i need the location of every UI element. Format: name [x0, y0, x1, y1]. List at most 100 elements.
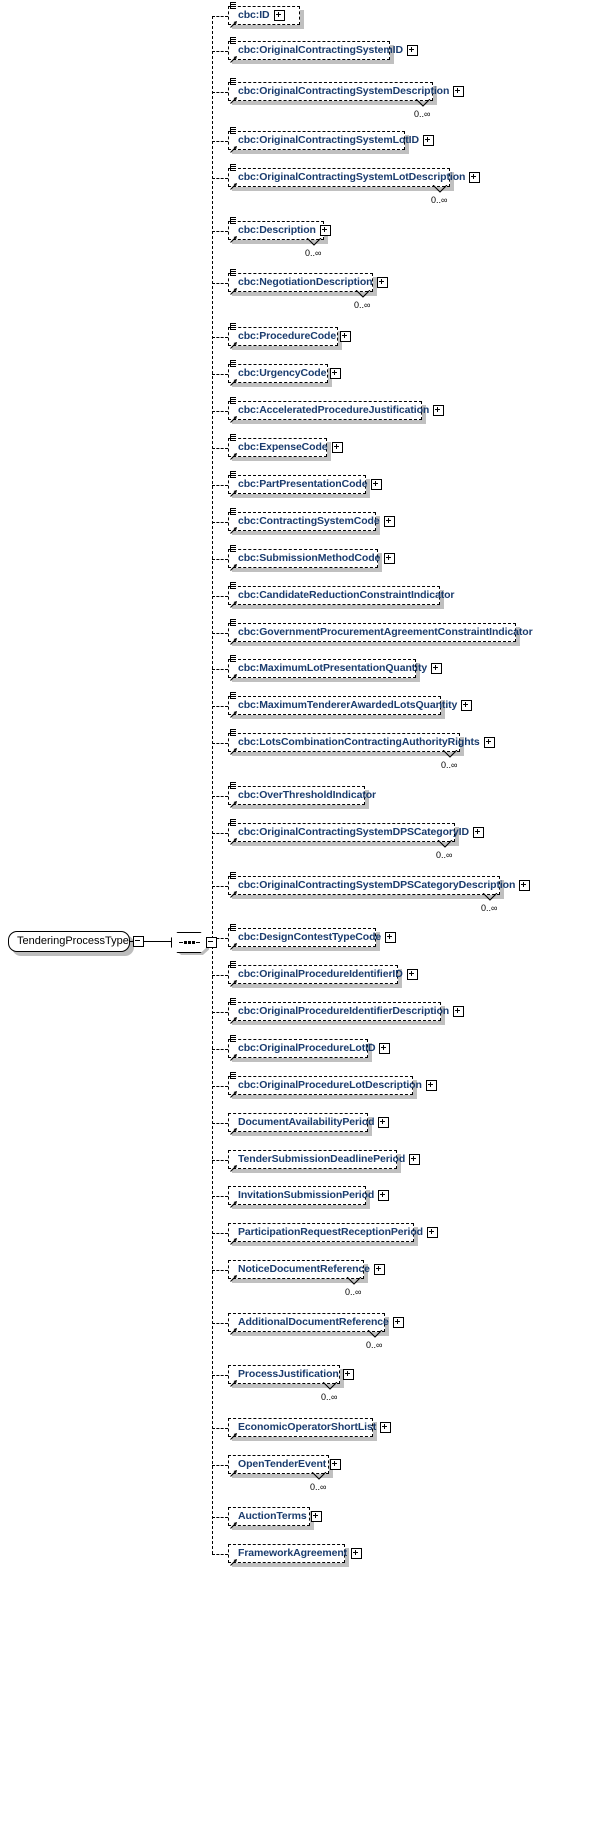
connector-stub — [212, 282, 228, 284]
connector-stub — [212, 50, 228, 52]
element-ref-arrow-icon — [230, 1016, 238, 1024]
expand-plus-icon[interactable] — [406, 969, 418, 980]
schema-element-node[interactable]: cbc:OriginalContractingSystemDescription — [228, 78, 465, 104]
root-collapse-icon[interactable] — [132, 936, 144, 947]
expand-plus-icon[interactable] — [461, 700, 473, 711]
schema-element-node[interactable]: cbc:LotsCombinationContractingAuthorityR… — [228, 729, 495, 755]
schema-element-node[interactable]: cbc:AcceleratedProcedureJustification — [228, 397, 445, 423]
element-ref-arrow-icon — [230, 942, 238, 950]
connector-stub — [212, 1159, 228, 1161]
connector-stub — [212, 447, 228, 449]
schema-element-node[interactable]: cbc:ProcedureCode — [228, 323, 352, 349]
expand-plus-icon[interactable] — [426, 1227, 438, 1238]
sequence-collapse-icon[interactable] — [206, 937, 217, 948]
cardinality-label: 0..∞ — [305, 248, 322, 258]
cardinality-label: 0..∞ — [481, 903, 498, 913]
expand-plus-icon[interactable] — [371, 479, 383, 490]
expand-plus-icon[interactable] — [519, 880, 531, 891]
schema-element-node[interactable]: FrameworkAgreement — [228, 1544, 363, 1566]
expand-plus-icon[interactable] — [330, 1459, 342, 1470]
expand-plus-icon[interactable] — [409, 1154, 421, 1165]
sequence-compositor[interactable] — [171, 932, 217, 953]
schema-element-node[interactable]: EconomicOperatorShortList — [228, 1418, 392, 1440]
schema-element-node[interactable]: cbc:MaximumLotPresentationQuantity — [228, 655, 443, 681]
expand-plus-icon[interactable] — [392, 1317, 404, 1328]
schema-element-node[interactable]: cbc:SubmissionMethodCode — [228, 545, 396, 571]
expand-plus-icon[interactable] — [373, 1264, 385, 1275]
expand-plus-icon[interactable] — [433, 405, 445, 416]
schema-element-node[interactable]: ParticipationRequestReceptionPeriod — [228, 1223, 438, 1245]
expand-plus-icon[interactable] — [453, 86, 465, 97]
expand-plus-icon[interactable] — [379, 1043, 391, 1054]
expand-plus-icon[interactable] — [340, 331, 352, 342]
schema-element-node[interactable]: AuctionTerms — [228, 1507, 322, 1529]
connector-stub — [212, 1553, 228, 1555]
element-ref-arrow-icon — [230, 800, 238, 808]
cardinality-label: 0..∞ — [436, 850, 453, 860]
schema-element-node[interactable]: InvitationSubmissionPeriod — [228, 1186, 390, 1208]
connector-stub — [212, 230, 228, 232]
schema-element-node[interactable]: cbc:DesignContestTypeCode — [228, 924, 397, 950]
schema-element-node[interactable]: cbc:ExpenseCode — [228, 434, 343, 460]
expand-plus-icon[interactable] — [406, 45, 418, 56]
schema-element-node[interactable]: cbc:OriginalContractingSystemDPSCategory… — [228, 872, 531, 898]
schema-element-node[interactable]: cbc:OriginalContractingSystemID — [228, 37, 418, 63]
schema-element-node[interactable]: cbc:OriginalProcedureLotID — [228, 1035, 391, 1061]
schema-element-label: cbc:UrgencyCode — [238, 367, 327, 379]
attribute-list-icon — [230, 819, 237, 827]
schema-element-node[interactable]: cbc:OriginalProcedureIdentifierDescripti… — [228, 998, 465, 1024]
expand-plus-icon[interactable] — [425, 1080, 437, 1091]
schema-element-node[interactable]: cbc:PartPresentationCode — [228, 471, 383, 497]
expand-plus-icon[interactable] — [351, 1548, 363, 1559]
schema-element-node[interactable]: cbc:CandidateReductionConstraintIndicato… — [228, 582, 455, 608]
schema-element-node[interactable]: cbc:OriginalProcedureLotDescription — [228, 1072, 437, 1098]
schema-element-node[interactable]: cbc:MaximumTendererAwardedLotsQuantity — [228, 692, 473, 718]
element-ref-arrow-icon — [230, 710, 238, 718]
expand-plus-icon[interactable] — [385, 932, 397, 943]
expand-plus-icon[interactable] — [330, 368, 342, 379]
schema-element-label: cbc:AcceleratedProcedureJustification — [238, 404, 430, 416]
expand-plus-icon[interactable] — [469, 172, 481, 183]
attribute-list-icon — [230, 961, 237, 969]
element-ref-arrow-icon — [230, 1164, 238, 1172]
expand-plus-icon[interactable] — [378, 1190, 390, 1201]
schema-element-label: cbc:OriginalContractingSystemDPSCategory… — [238, 826, 469, 838]
expand-plus-icon[interactable] — [319, 225, 331, 236]
sequence-octagon-icon — [171, 932, 207, 953]
expand-plus-icon[interactable] — [310, 1511, 322, 1522]
expand-plus-icon[interactable] — [422, 135, 434, 146]
schema-element-label: cbc:OriginalContractingSystemLotDescript… — [238, 171, 466, 183]
expand-plus-icon[interactable] — [376, 277, 388, 288]
expand-plus-icon[interactable] — [472, 827, 484, 838]
schema-element-node[interactable]: cbc:OriginalContractingSystemDPSCategory… — [228, 819, 484, 845]
schema-element-node[interactable]: cbc:OriginalProcedureIdentifierID — [228, 961, 418, 987]
schema-element-node[interactable]: cbc:OriginalContractingSystemLotDescript… — [228, 164, 481, 190]
element-ref-arrow-icon — [230, 235, 238, 243]
expand-plus-icon[interactable] — [378, 1117, 390, 1128]
expand-plus-icon[interactable] — [483, 737, 495, 748]
expand-plus-icon[interactable] — [342, 1369, 354, 1380]
schema-element-node[interactable]: cbc:ID — [228, 2, 300, 28]
schema-element-node[interactable]: cbc:OverThresholdIndicator — [228, 782, 376, 808]
schema-element-node[interactable]: cbc:NegotiationDescription — [228, 269, 388, 295]
schema-element-node[interactable]: NoticeDocumentReference — [228, 1260, 385, 1282]
schema-element-node[interactable]: cbc:OriginalContractingSystemLotID — [228, 127, 434, 153]
schema-element-node[interactable]: DocumentAvailabilityPeriod — [228, 1113, 390, 1135]
connector-stub — [212, 140, 228, 142]
root-type-node[interactable]: TenderingProcessType — [8, 931, 144, 952]
schema-element-node[interactable]: cbc:UrgencyCode — [228, 360, 342, 386]
expand-plus-icon[interactable] — [331, 442, 343, 453]
connector-stub — [212, 336, 228, 338]
expand-plus-icon[interactable] — [383, 516, 395, 527]
schema-element-label: FrameworkAgreement — [238, 1547, 348, 1559]
expand-plus-icon[interactable] — [431, 663, 443, 674]
schema-element-node[interactable]: cbc:ContractingSystemCode — [228, 508, 395, 534]
expand-plus-icon[interactable] — [453, 1006, 465, 1017]
schema-element-node[interactable]: AdditionalDocumentReference — [228, 1313, 404, 1335]
expand-plus-icon[interactable] — [273, 10, 285, 21]
schema-element-node[interactable]: cbc:GovernmentProcurementAgreementConstr… — [228, 619, 533, 645]
attribute-list-icon — [230, 164, 237, 172]
expand-plus-icon[interactable] — [380, 1422, 392, 1433]
expand-plus-icon[interactable] — [384, 553, 396, 564]
schema-element-node[interactable]: TenderSubmissionDeadlinePeriod — [228, 1150, 421, 1172]
